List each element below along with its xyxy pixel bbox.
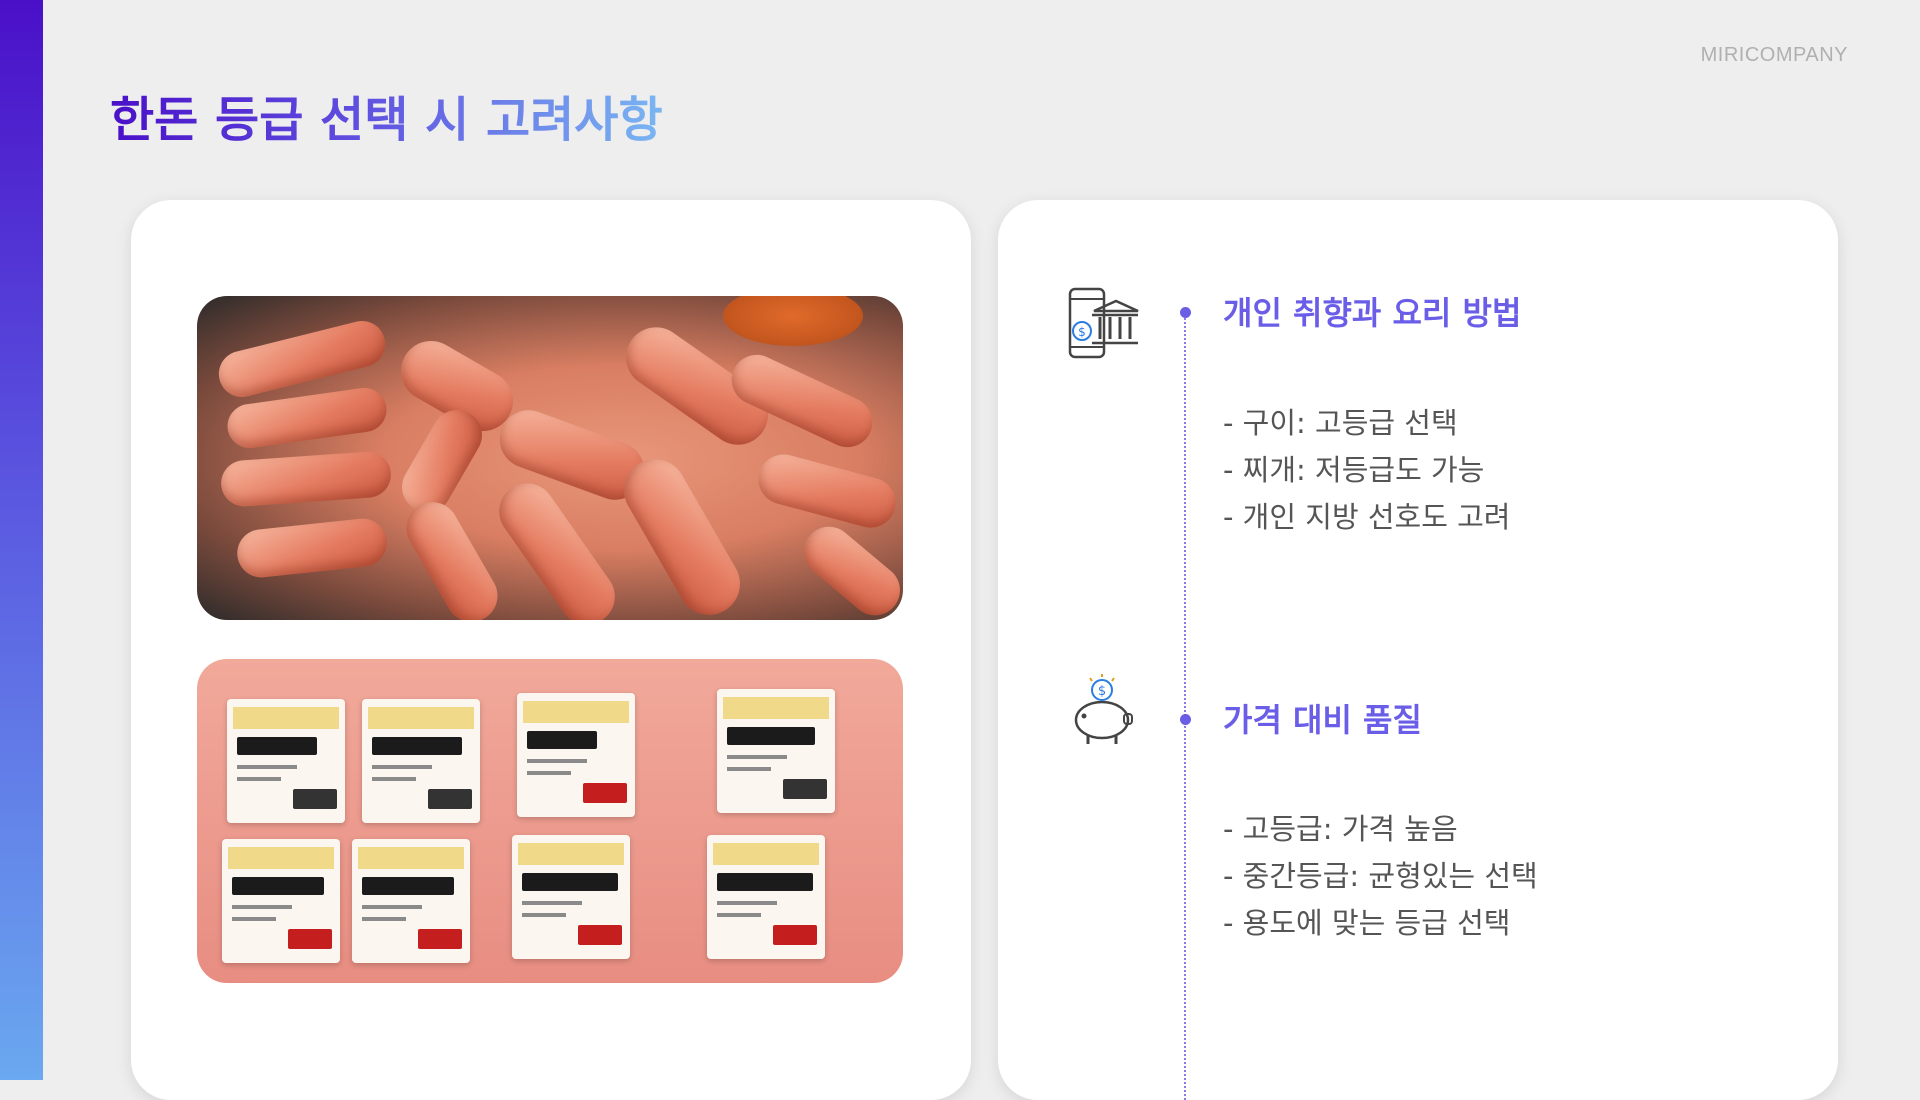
timeline-dot (1180, 307, 1191, 318)
meat-slice (234, 516, 390, 580)
svg-text:$: $ (1098, 684, 1106, 699)
considerations-card: $ 개인 취향과 요리 방법 - 구이: 고등급 선택 - 찌개: 저등급도 가… (998, 200, 1838, 1100)
pork-price-tags-photo (197, 659, 903, 983)
section-heading-value: 가격 대비 품질 (1223, 701, 1422, 739)
piggy-bank-icon: $ (1074, 674, 1133, 744)
price-tag (362, 699, 480, 823)
timeline-dot (1180, 714, 1191, 725)
meat-slice (219, 450, 393, 508)
grilled-pork-photo (197, 296, 903, 620)
brand-label: MIRICOMPANY (1700, 44, 1848, 66)
meat-slice (612, 447, 752, 620)
mobile-banking-icon: $ (1068, 287, 1139, 359)
meat-slice (752, 448, 902, 534)
list-item: - 개인 지방 선호도 고려 (1223, 500, 1511, 534)
price-tag (512, 835, 630, 959)
page-title: 한돈 등급 선택 시 고려사항 (110, 80, 663, 150)
price-tag (717, 689, 835, 813)
value-list: - 고등급: 가격 높음 - 중간등급: 균형있는 선택 - 용도에 맞는 등급… (1223, 806, 1538, 947)
list-item: - 중간등급: 균형있는 선택 (1223, 859, 1538, 893)
meat-slice (793, 516, 903, 620)
section-heading-preference: 개인 취향과 요리 방법 (1223, 294, 1522, 332)
list-item: - 찌개: 저등급도 가능 (1223, 453, 1485, 487)
list-item: - 구이: 고등급 선택 (1223, 406, 1458, 440)
list-item: - 용도에 맞는 등급 선택 (1223, 906, 1511, 940)
list-item: - 고등급: 가격 높음 (1223, 812, 1458, 846)
accent-bar (0, 0, 43, 1080)
timeline-line (1184, 310, 1186, 1100)
price-tag (517, 693, 635, 817)
preference-list: - 구이: 고등급 선택 - 찌개: 저등급도 가능 - 개인 지방 선호도 고… (1223, 400, 1510, 541)
image-card (131, 200, 971, 1100)
meat-slice (396, 492, 508, 620)
price-tag (352, 839, 470, 963)
price-tag (707, 835, 825, 959)
svg-text:$: $ (1078, 325, 1086, 339)
sauce-bowl (723, 296, 863, 346)
price-tag (227, 699, 345, 823)
price-tag (222, 839, 340, 963)
